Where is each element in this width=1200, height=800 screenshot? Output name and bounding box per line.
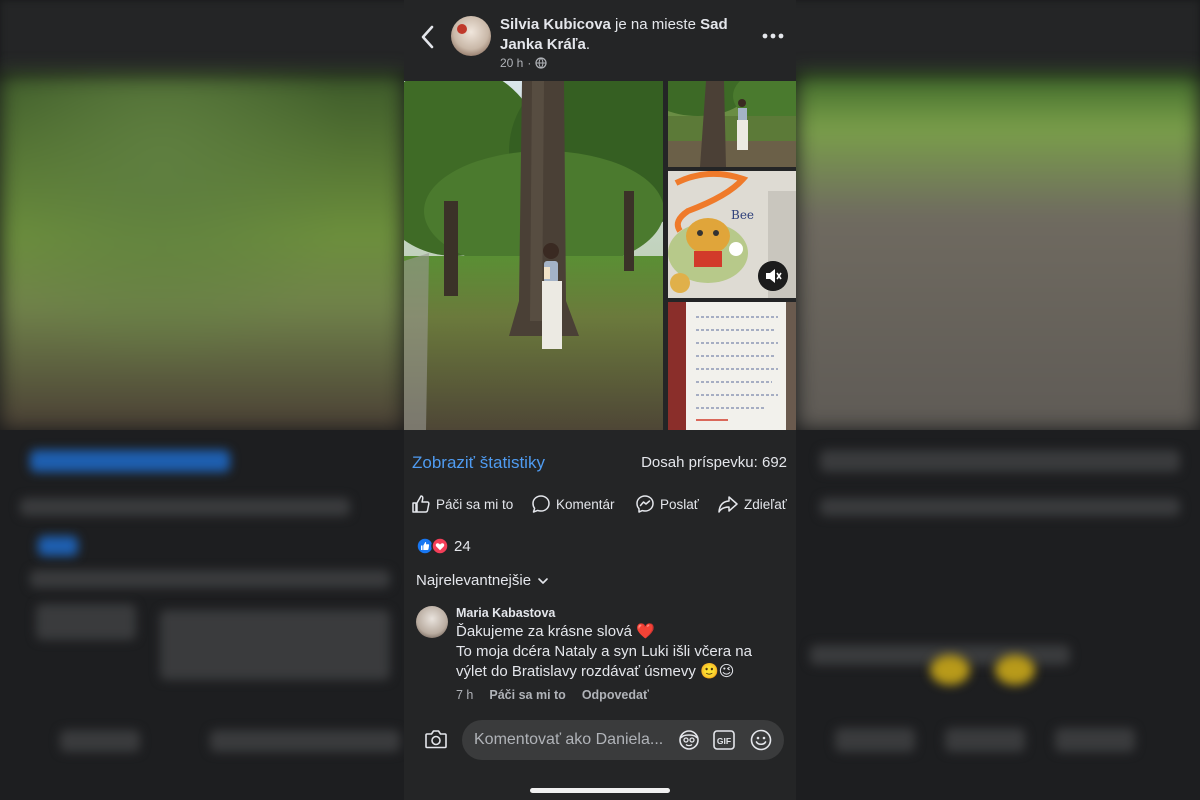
comment-label: Komentár xyxy=(556,496,615,512)
post-time: 20 h xyxy=(500,56,524,70)
location-suffix: . xyxy=(585,36,591,53)
camera-icon[interactable] xyxy=(424,728,448,750)
commenter-name[interactable]: Maria Kabastova xyxy=(456,606,555,620)
post-meta: 20 h · xyxy=(500,56,547,70)
globe-icon xyxy=(535,57,547,69)
view-insights-link[interactable]: Zobraziť štatistiky xyxy=(412,453,545,473)
avatar-sticker-icon[interactable] xyxy=(677,729,701,751)
action-bar: Páči sa mi to Komentár Poslať Zdieľať xyxy=(404,494,796,520)
comment-text: Ďakujeme za krásne slová ❤️ To moja dcér… xyxy=(456,622,786,682)
comment-button[interactable]: Komentár xyxy=(531,494,615,514)
photo-thumbnail-3[interactable] xyxy=(668,302,796,430)
blurred-emoji xyxy=(930,655,970,685)
post-detail-screen: Silvia Kubicova je na mieste Sad Janka K… xyxy=(404,0,796,800)
reactions-summary[interactable]: 24 xyxy=(416,537,471,555)
blurred-camera xyxy=(60,730,140,752)
blurred-input xyxy=(210,730,400,752)
comments-sort-dropdown[interactable]: Najrelevantnejšie xyxy=(416,572,549,589)
sort-label: Najrelevantnejšie xyxy=(416,572,532,589)
comment-meta: 7 h Páči sa mi to Odpovedať xyxy=(456,688,649,702)
photo-thumbnail-1[interactable] xyxy=(668,81,796,167)
chevron-down-icon xyxy=(538,577,548,584)
post-title: Silvia Kubicova je na mieste Sad Janka K… xyxy=(500,15,740,55)
comment-icon xyxy=(532,495,550,513)
mute-icon[interactable] xyxy=(758,261,788,291)
blurred-icon xyxy=(945,728,1025,752)
comment-reply-button[interactable]: Odpovedať xyxy=(582,688,649,702)
meta-separator: · xyxy=(527,56,532,70)
messenger-icon xyxy=(636,495,654,513)
home-indicator[interactable] xyxy=(530,788,670,793)
blurred-link xyxy=(30,450,230,472)
blurred-photo-left xyxy=(0,75,404,430)
comment-like-button[interactable]: Páči sa mi to xyxy=(489,688,565,702)
share-icon xyxy=(718,496,738,513)
comment-line-1: Ďakujeme za krásne slová ❤️ xyxy=(456,623,655,640)
blurred-actions xyxy=(20,498,350,516)
blurred-react xyxy=(38,536,78,556)
comment-input[interactable]: Komentovať ako Daniela... GIF xyxy=(462,720,784,760)
blurred-photo-right xyxy=(796,75,1200,430)
share-button[interactable]: Zdieľať xyxy=(717,494,787,514)
blurred-reach xyxy=(820,450,1180,472)
blurred-comment xyxy=(160,610,390,680)
more-options-icon[interactable] xyxy=(762,32,784,40)
blurred-icon xyxy=(835,728,915,752)
blurred-avatar xyxy=(36,604,136,640)
author-name[interactable]: Silvia Kubicova xyxy=(500,16,611,33)
like-label: Páči sa mi to xyxy=(436,496,514,512)
send-button[interactable]: Poslať xyxy=(635,494,699,514)
back-arrow-icon[interactable] xyxy=(418,24,438,50)
blurred-icon xyxy=(1055,728,1135,752)
reaction-count: 24 xyxy=(454,537,471,555)
comment-line-2: To moja dcéra Nataly a syn Luki išli vče… xyxy=(456,643,752,680)
author-avatar[interactable] xyxy=(451,16,491,56)
thumbs-up-icon xyxy=(412,495,430,513)
share-label: Zdieľať xyxy=(744,496,787,512)
comment-input-placeholder: Komentovať ako Daniela... xyxy=(474,731,664,748)
svg-text:GIF: GIF xyxy=(717,736,731,746)
blurred-text xyxy=(30,570,390,588)
love-reaction-icon xyxy=(431,537,449,555)
blurred-emoji xyxy=(995,655,1035,685)
like-button[interactable]: Páči sa mi to xyxy=(411,494,513,514)
blurred-actions-right xyxy=(820,498,1180,516)
comment-time: 7 h xyxy=(456,688,474,702)
post-header: Silvia Kubicova je na mieste Sad Janka K… xyxy=(404,0,796,80)
gif-icon[interactable]: GIF xyxy=(712,729,736,751)
photo-main[interactable] xyxy=(404,81,663,430)
post-reach: Dosah príspevku: 692 xyxy=(641,454,787,471)
send-label: Poslať xyxy=(660,496,699,512)
comment-composer: Komentovať ako Daniela... GIF xyxy=(404,712,796,768)
emoji-icon[interactable] xyxy=(749,729,773,751)
svg-text:Bee: Bee xyxy=(731,208,754,222)
commenter-avatar[interactable] xyxy=(416,606,448,638)
location-connector: je na mieste xyxy=(610,16,701,33)
